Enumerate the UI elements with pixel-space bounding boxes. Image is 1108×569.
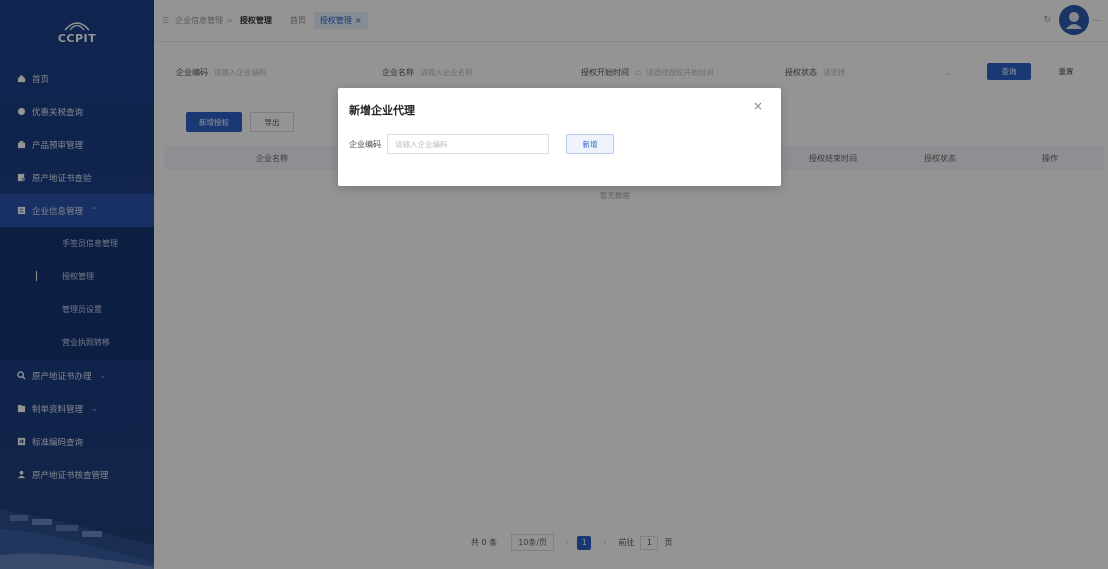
company-code-input[interactable]: 请输入企业编码: [387, 134, 549, 154]
modal-overlay[interactable]: [0, 0, 1108, 569]
dialog-title: 新增企业代理: [349, 104, 415, 117]
dialog-add-button[interactable]: 新增: [566, 134, 614, 154]
close-icon[interactable]: ×: [753, 99, 763, 113]
dialog-code-field: 企业编码 请输入企业编码: [349, 134, 549, 154]
add-agent-dialog: 新增企业代理 × 企业编码 请输入企业编码 新增: [338, 88, 781, 186]
dialog-code-label: 企业编码: [349, 139, 381, 149]
